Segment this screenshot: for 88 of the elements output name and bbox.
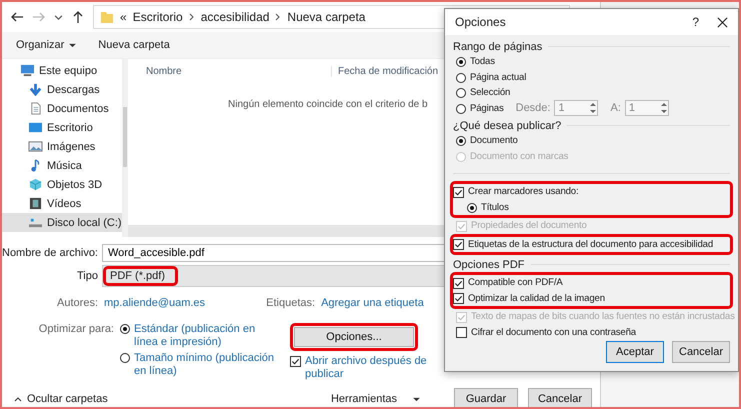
radio-label[interactable]: Documento — [470, 135, 518, 146]
field-label: A: — [610, 102, 621, 114]
sidebar-item[interactable]: Disco local (C:) — [2, 213, 122, 232]
dialog-button[interactable]: Aceptar — [606, 341, 664, 363]
caret-icon[interactable] — [54, 12, 63, 22]
radio-button[interactable] — [456, 136, 466, 146]
chevron-icon — [188, 13, 195, 21]
field-label: Etiquetas: — [265, 297, 316, 309]
checkbox-label[interactable]: Abrir archivo después de publicar — [305, 355, 445, 381]
breadcrumb-item[interactable]: Escritorio — [132, 10, 183, 24]
overflow-chevron[interactable]: « — [120, 10, 127, 24]
checkbox[interactable] — [453, 278, 464, 289]
field-label: Autores: — [56, 297, 99, 309]
checkbox[interactable] — [290, 356, 301, 367]
sidebar-item[interactable]: Descargas — [2, 80, 122, 99]
radio-button[interactable] — [456, 57, 466, 68]
chevron-icon — [275, 13, 282, 21]
options-button[interactable]: Opciones... — [294, 327, 414, 347]
sidebar-item[interactable]: Documentos — [2, 99, 122, 118]
radio-label[interactable]: Títulos — [481, 202, 509, 213]
field-label: Tipo — [76, 270, 99, 282]
field-label: Nombre de archivo: — [2, 247, 99, 259]
radio-button[interactable] — [456, 88, 466, 98]
up-arrow-icon[interactable] — [71, 10, 85, 24]
folder-icon — [100, 10, 114, 24]
column-header[interactable]: Nombre — [128, 66, 332, 76]
breadcrumb-item[interactable]: Nueva carpeta — [287, 10, 366, 24]
radio-button[interactable] — [120, 324, 130, 334]
checkbox[interactable] — [453, 239, 464, 250]
spin-arrows-icon[interactable] — [660, 101, 668, 116]
radio-button[interactable] — [120, 353, 130, 363]
checkbox[interactable] — [453, 186, 464, 198]
dialog-button[interactable]: Cancelar — [528, 388, 592, 407]
sidebar-item[interactable]: Este equipo — [2, 61, 122, 80]
radio-button[interactable] — [456, 72, 466, 83]
section-title: Rango de páginas — [453, 40, 542, 52]
radio-label[interactable]: Página actual — [470, 72, 526, 83]
add-tag-link[interactable]: Agregar una etiqueta — [321, 297, 424, 309]
back-arrow-icon[interactable] — [10, 10, 24, 24]
column-header[interactable]: Fecha de modificación — [332, 66, 444, 76]
cube-icon — [28, 178, 43, 191]
radio-label[interactable]: Todas — [470, 56, 495, 68]
hide-folders-button[interactable]: Ocultar carpetas — [10, 391, 112, 407]
checkbox-label[interactable]: Cifrar el documento con una contraseña — [471, 326, 636, 338]
radio-label[interactable]: Tamaño mínimo (publicación en línea) — [134, 352, 274, 378]
computer-icon — [20, 64, 35, 77]
dialog-button[interactable]: Cancelar — [672, 341, 730, 363]
sidebar-item[interactable]: Imágenes — [2, 137, 122, 156]
field-label: Optimizar para: — [38, 323, 115, 337]
scrollbar[interactable] — [122, 59, 128, 237]
check-icon — [454, 188, 463, 197]
help-button[interactable]: ? — [692, 15, 699, 29]
new-folder-button[interactable]: Nueva carpeta — [94, 37, 174, 53]
sidebar-item[interactable]: Escritorio — [2, 118, 122, 137]
dialog-title: Opciones — [455, 15, 506, 29]
desktop-icon — [28, 121, 43, 134]
spin-arrows-icon[interactable] — [589, 101, 598, 116]
checkbox[interactable] — [456, 327, 467, 338]
radio-button[interactable] — [456, 104, 466, 114]
radio-button[interactable] — [467, 202, 477, 213]
field-label: Desde: — [516, 102, 550, 114]
checkbox-label[interactable]: Optimizar la calidad de la imagen — [468, 292, 605, 304]
sidebar-item[interactable]: Música — [2, 156, 122, 175]
film-icon — [28, 197, 43, 210]
organize-button[interactable]: Organizar — [12, 37, 80, 53]
caret-up-icon — [14, 396, 22, 402]
close-icon[interactable] — [717, 16, 728, 28]
radio-label[interactable]: Páginas — [470, 102, 504, 114]
check-icon — [291, 357, 300, 366]
checkbox[interactable] — [453, 293, 464, 304]
sidebar-item[interactable]: Objetos 3D — [2, 175, 122, 194]
dialog-button[interactable]: Guardar — [454, 388, 518, 407]
empty-message: Ningún elemento coincide con el criterio de b — [228, 99, 428, 110]
checkbox-label[interactable]: Compatible con PDF/A — [468, 277, 563, 288]
pictures-icon — [28, 140, 43, 153]
radio-label[interactable]: Estándar (publicación en línea e impresión) — [134, 323, 274, 349]
download-arrow-icon — [28, 83, 43, 96]
sidebar-item[interactable]: Vídeos — [2, 194, 122, 213]
breadcrumb-item[interactable]: accesibilidad — [200, 10, 270, 24]
caret-icon — [413, 396, 420, 402]
radio-label[interactable]: Selección — [470, 87, 510, 98]
caret-icon — [69, 42, 76, 48]
checkbox-label[interactable]: Crear marcadores usando: — [468, 186, 579, 198]
file-type-value: PDF (*.pdf) — [103, 266, 178, 286]
author-link[interactable]: mp.aliende@uam.es — [104, 297, 206, 309]
drive-icon — [28, 216, 43, 229]
tools-button[interactable]: Herramientas — [326, 391, 424, 407]
section-title: ¿Qué desea publicar? — [453, 120, 562, 132]
